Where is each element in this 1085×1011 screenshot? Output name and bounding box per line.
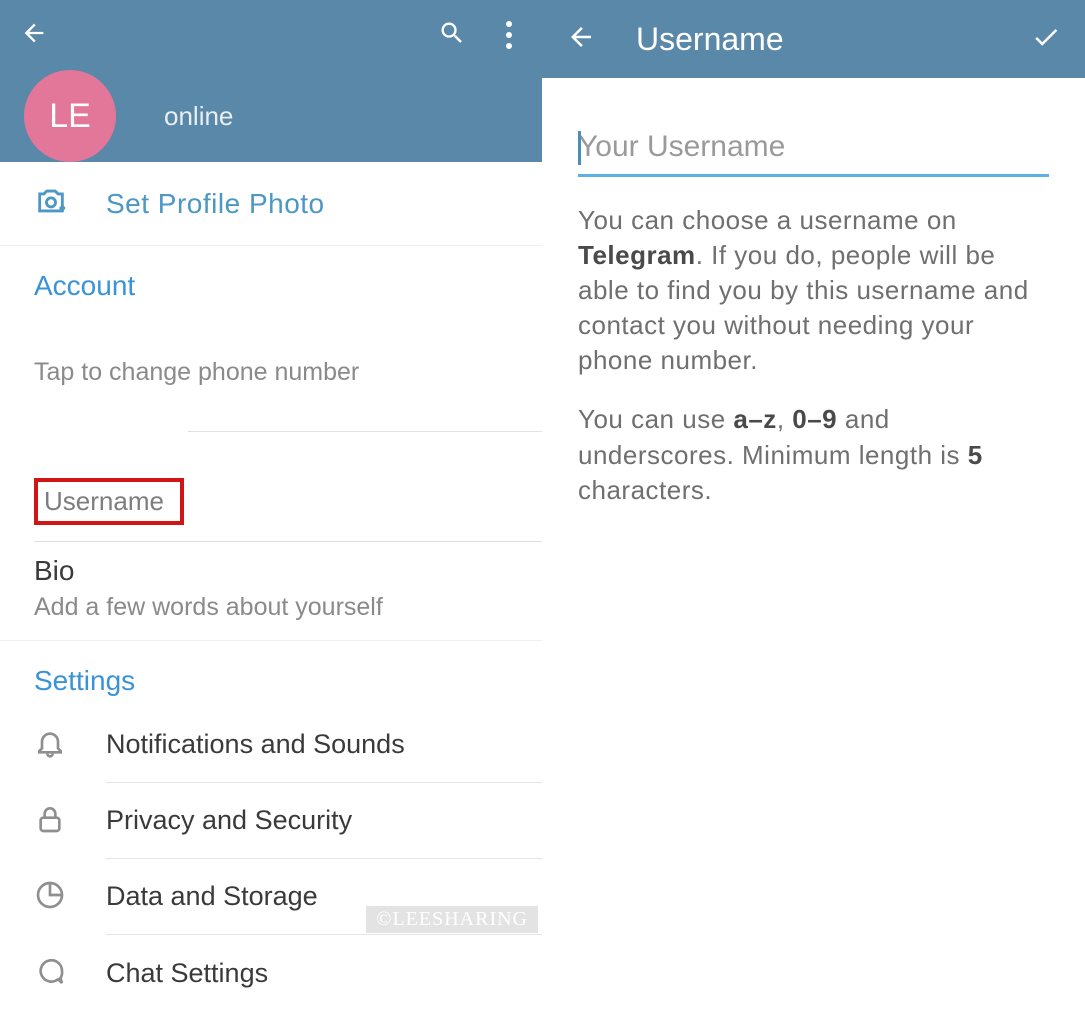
set-profile-photo-row[interactable]: Set Profile Photo: [0, 162, 542, 245]
profile-header: LE online: [0, 0, 542, 162]
lock-icon: [34, 803, 66, 835]
settings-list: Notifications and Sounds Privacy and Sec…: [0, 707, 542, 1011]
username-help-text: You can choose a username on Telegram. I…: [542, 177, 1085, 532]
set-profile-photo-label: Set Profile Photo: [106, 188, 325, 220]
avatar[interactable]: LE: [24, 70, 116, 162]
settings-item-label: Notifications and Sounds: [106, 707, 542, 783]
bio-hint: Add a few words about yourself: [34, 593, 508, 622]
settings-item-label: Privacy and Security: [106, 783, 542, 859]
dot-icon: [506, 32, 512, 38]
pie-chart-icon: [34, 879, 66, 911]
edit-username-screen: Username You can choose a username on Te…: [542, 0, 1085, 1011]
username-label-highlighted: Username: [34, 478, 184, 525]
appbar: Username: [542, 0, 1085, 78]
dot-icon: [506, 21, 512, 27]
account-section-title: Account: [0, 246, 542, 312]
settings-item-notifications[interactable]: Notifications and Sounds: [34, 707, 542, 783]
appbar-title: Username: [636, 21, 784, 58]
watermark: ©LEESHARING: [366, 906, 538, 933]
bio-label: Bio: [34, 555, 508, 587]
dot-icon: [506, 43, 512, 49]
settings-item-privacy[interactable]: Privacy and Security: [34, 783, 542, 859]
check-icon: [1031, 22, 1061, 52]
chat-icon: [34, 955, 66, 987]
bio-row[interactable]: Bio Add a few words about yourself: [0, 541, 542, 640]
more-button[interactable]: [506, 21, 512, 49]
settings-item-label: Chat Settings: [106, 935, 542, 1011]
text-cursor: [578, 131, 581, 165]
settings-item-chat-settings[interactable]: Chat Settings: [34, 935, 542, 1011]
username-row[interactable]: Username: [0, 478, 542, 525]
toolbar: [0, 0, 542, 70]
profile-settings-screen: LE online Set Profile Photo Account Tap …: [0, 0, 542, 1011]
change-phone-row[interactable]: Tap to change phone number: [34, 312, 508, 387]
camera-add-icon: [34, 184, 68, 218]
back-button[interactable]: [566, 22, 596, 57]
arrow-left-icon: [566, 22, 596, 52]
search-icon: [438, 19, 466, 47]
back-button[interactable]: [20, 19, 48, 52]
username-input[interactable]: [578, 126, 1049, 177]
search-button[interactable]: [438, 19, 466, 52]
bell-icon: [34, 727, 66, 759]
online-status: online: [164, 101, 233, 132]
settings-section-title: Settings: [0, 641, 542, 707]
arrow-left-icon: [20, 19, 48, 47]
confirm-button[interactable]: [1031, 22, 1061, 57]
